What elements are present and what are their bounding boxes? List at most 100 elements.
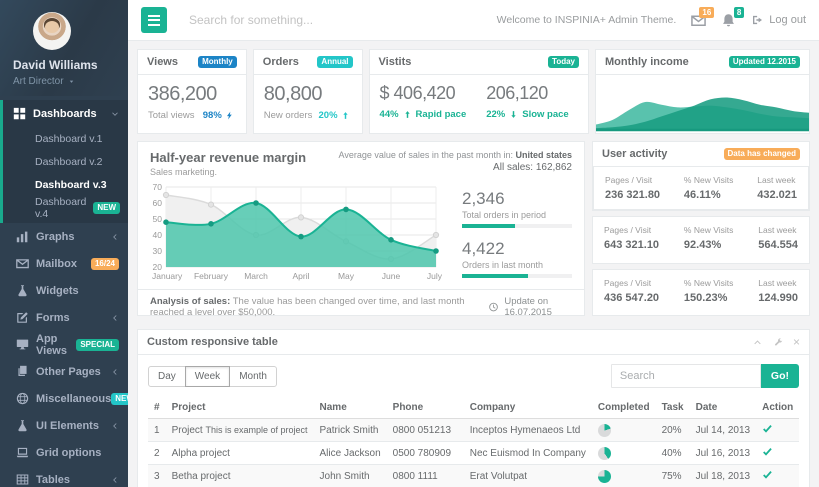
sidebar-item-mailbox-link[interactable]: Mailbox16/24 <box>3 250 128 277</box>
visits-delta: 22%Slow pace <box>486 109 568 120</box>
svg-text:May: May <box>338 271 355 281</box>
visits-metric-0: $ 406,42044%Rapid pace <box>380 83 467 120</box>
sidebar-item-graphs[interactable]: Graphs <box>0 223 128 250</box>
sidebar-item-other-pages[interactable]: Other Pages <box>0 358 128 385</box>
cell-company: Inceptos Hymenaeos Ltd <box>464 419 592 442</box>
chevron-left-icon <box>111 233 119 241</box>
collapse-panel-icon[interactable] <box>751 338 764 347</box>
cell-task: 40% <box>656 442 690 465</box>
cell-task: 20% <box>656 419 690 442</box>
kpi-progress-bar <box>462 224 572 228</box>
check-icon[interactable] <box>762 423 773 434</box>
cell-num: 3 <box>148 465 166 487</box>
revenue-all-sales: All sales: 162,862 <box>339 162 572 173</box>
sidebar-subitem-dashboard-v-2[interactable]: Dashboard v.2 <box>3 150 128 173</box>
sidebar-subitem-dashboard-v-3[interactable]: Dashboard v.3 <box>3 173 128 196</box>
go-button[interactable]: Go! <box>761 364 799 388</box>
sidebar-item-app-views-link[interactable]: App ViewsSPECIAL <box>3 331 128 358</box>
sidebar-item-grid-options[interactable]: Grid options <box>0 439 128 466</box>
svg-text:April: April <box>292 271 309 281</box>
sidebar-item-widgets-link[interactable]: Widgets <box>3 277 128 304</box>
column-header-name: Name <box>314 397 387 419</box>
sidebar-item-other-pages-link[interactable]: Other Pages <box>3 358 128 385</box>
sidebar-item-tables[interactable]: Tables <box>0 466 128 487</box>
sidebar-item-label: Dashboards <box>33 108 97 120</box>
revenue-note: Average value of sales in the past month… <box>339 150 572 177</box>
revenue-analysis: Analysis of sales: The value has been ch… <box>150 296 487 318</box>
search-input[interactable] <box>189 13 497 27</box>
chevron-left-icon <box>111 422 119 430</box>
kpi-value: 4,422 <box>462 239 572 259</box>
custom-table-panel: Custom responsive table × DayWeekMonth G… <box>137 329 810 487</box>
sidebar-item-forms[interactable]: Forms <box>0 304 128 331</box>
check-icon[interactable] <box>762 469 773 480</box>
completed-pie-chart <box>598 424 611 437</box>
hamburger-menu-button[interactable] <box>141 7 167 33</box>
sidebar-item-label: Other Pages <box>36 366 101 378</box>
sidebar-item-label: Grid options <box>36 447 101 459</box>
sidebar-item-graphs-link[interactable]: Graphs <box>3 223 128 250</box>
visits-value: $ 406,420 <box>380 83 467 104</box>
user-activity-cell: Pages / Visit236 321.80 <box>605 175 660 201</box>
desktop-icon <box>16 338 29 351</box>
revenue-kpi-1: 4,422Orders in last month <box>462 239 572 278</box>
sidebar-item-ui-elements-link[interactable]: UI Elements <box>3 412 128 439</box>
level-down-icon <box>507 110 520 119</box>
level-up-icon <box>401 110 414 119</box>
table-search-input[interactable] <box>611 364 761 388</box>
user-activity-cell: Pages / Visit436 547.20 <box>604 278 659 308</box>
globe-icon <box>16 392 29 405</box>
close-panel-icon[interactable]: × <box>793 338 800 347</box>
sidebar-item-label: Forms <box>36 312 70 324</box>
sidebar-item-grid-options-link[interactable]: Grid options <box>3 439 128 466</box>
sidebar-item-miscellaneous-link[interactable]: MiscellaneousNEW <box>3 385 128 412</box>
avatar[interactable] <box>33 12 71 50</box>
sidebar-item-badge: SPECIAL <box>76 339 119 351</box>
revenue-chart: 203040506070JanuaryFebruaryMarchAprilMay… <box>150 181 450 283</box>
profile-name: David Williams <box>13 58 115 72</box>
cell-name: John Smith <box>314 465 387 487</box>
logout-button[interactable]: Log out <box>751 14 806 26</box>
chevron-left-icon <box>111 476 119 484</box>
visits-metric-1: 206,120 22%Slow pace <box>486 83 568 120</box>
revenue-kpi-0: 2,346Total orders in period <box>462 189 572 228</box>
sidebar-item-mailbox[interactable]: Mailbox16/24 <box>0 250 128 277</box>
files-icon <box>16 365 29 378</box>
table-row[interactable]: 1Project This is example of projectPatri… <box>148 419 799 442</box>
visits-badge: Today <box>548 56 579 68</box>
user-activity-cell: % New Visits92.43% <box>684 225 733 255</box>
sidebar-item-app-views[interactable]: App ViewsSPECIAL <box>0 331 128 358</box>
orders-delta: 20% <box>319 110 352 121</box>
range-button-week[interactable]: Week <box>185 366 230 387</box>
sidebar-item-forms-link[interactable]: Forms <box>3 304 128 331</box>
sidebar-subitem-dashboard-v-1[interactable]: Dashboard v.1 <box>3 127 128 150</box>
sidebar-subitem-dashboard-v-4[interactable]: Dashboard v.4NEW <box>3 196 128 219</box>
views-badge: Monthly <box>198 56 237 68</box>
visits-value: 206,120 <box>486 83 568 104</box>
welcome-text: Welcome to INSPINIA+ Admin Theme. <box>497 14 677 26</box>
wrench-icon[interactable] <box>772 338 785 347</box>
th-large-icon <box>13 107 26 120</box>
messages-button[interactable]: 16 <box>691 13 706 28</box>
sidebar-subitem-badge: NEW <box>93 202 120 214</box>
range-button-day[interactable]: Day <box>148 366 186 387</box>
sidebar-item-dashboards-link[interactable]: Dashboards <box>3 100 128 127</box>
check-icon[interactable] <box>762 446 773 457</box>
sidebar-item-dashboards[interactable]: DashboardsDashboard v.1Dashboard v.2Dash… <box>0 100 128 223</box>
chevron-left-icon <box>111 314 119 322</box>
kpi-value: 2,346 <box>462 189 572 209</box>
sidebar-item-ui-elements[interactable]: UI Elements <box>0 412 128 439</box>
sidebar-item-widgets[interactable]: Widgets <box>0 277 128 304</box>
edit-icon <box>16 311 29 324</box>
table-row[interactable]: 3Betha projectJohn Smith0800 1111Erat Vo… <box>148 465 799 487</box>
range-button-month[interactable]: Month <box>229 366 277 387</box>
sidebar-item-tables-link[interactable]: Tables <box>3 466 128 487</box>
table-row[interactable]: 2Alpha projectAlice Jackson0500 780909Ne… <box>148 442 799 465</box>
svg-text:July: July <box>427 271 443 281</box>
profile-role-dropdown[interactable]: Art Director <box>13 76 115 87</box>
notifications-button[interactable]: 8 <box>721 13 736 28</box>
level-up-icon <box>339 111 352 120</box>
cell-name: Patrick Smith <box>314 419 387 442</box>
sidebar-item-miscellaneous[interactable]: MiscellaneousNEW <box>0 385 128 412</box>
main-area: Welcome to INSPINIA+ Admin Theme. 16 8 L… <box>128 0 819 487</box>
